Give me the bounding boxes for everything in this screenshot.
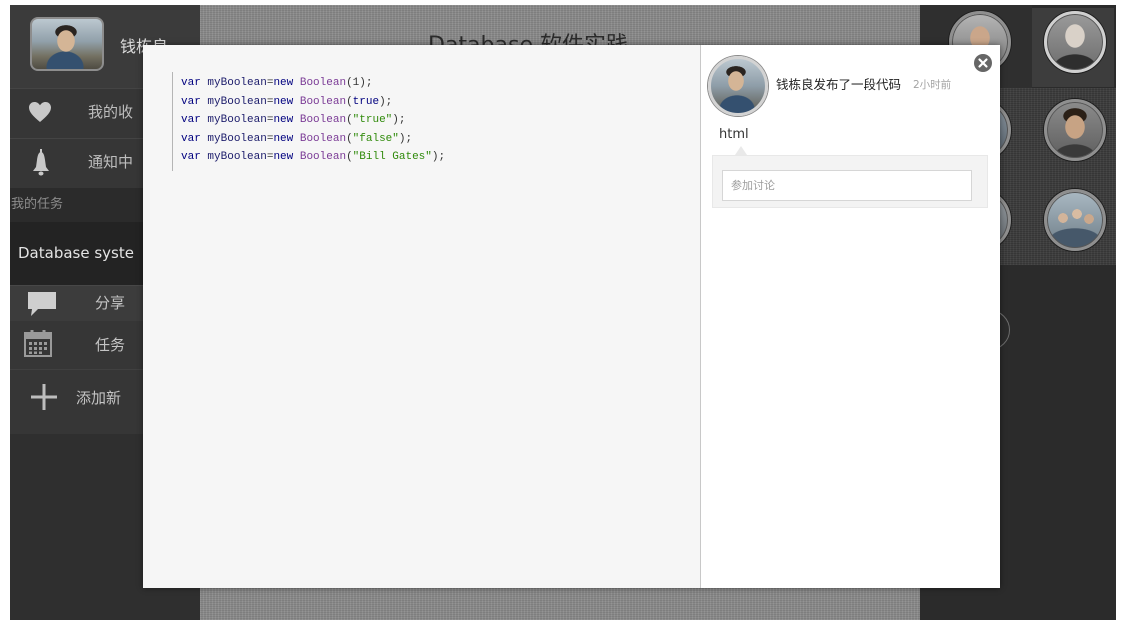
code-token: new — [273, 77, 294, 89]
code-token: Boolean — [293, 114, 347, 127]
avatar[interactable] — [1044, 99, 1106, 161]
code-token: var — [181, 77, 201, 89]
avatar[interactable] — [30, 17, 104, 71]
avatar[interactable] — [708, 56, 768, 116]
code-token: ( — [346, 132, 353, 145]
code-token: var — [181, 132, 201, 145]
sidebar-item-label: 通知中 — [88, 153, 134, 171]
bell-icon — [33, 149, 49, 176]
code-token: "false" — [352, 132, 399, 145]
heart-icon — [29, 102, 51, 122]
code-token: ( — [346, 114, 353, 127]
plus-icon — [31, 384, 57, 410]
code-language-label: html — [719, 127, 749, 142]
code-token: myBoolean — [200, 95, 267, 108]
code-token: ( — [346, 95, 353, 108]
sidebar-item-label: 分享 — [95, 294, 126, 312]
code-token: Boolean — [293, 151, 347, 164]
code-token: new — [273, 151, 294, 164]
code-token: ); — [379, 95, 393, 108]
code-token: ( — [346, 151, 353, 164]
code-token: new — [273, 95, 294, 108]
section-title-text: 我的任务 — [11, 197, 64, 212]
code-block: var myBoolean=new Boolean(1); var myBoole… — [172, 72, 445, 171]
code-token: ); — [392, 114, 406, 127]
code-line: var myBoolean=new Boolean(true); — [181, 93, 445, 112]
code-token: var — [181, 95, 201, 108]
task-label: Database syste — [18, 244, 134, 262]
code-token: myBoolean — [200, 77, 267, 89]
code-token: ); — [359, 77, 373, 89]
code-post-modal: var myBoolean=new Boolean(1); var myBoole… — [143, 45, 1000, 588]
comment-input[interactable] — [722, 170, 972, 201]
code-token: myBoolean — [200, 151, 267, 164]
sidebar-item-label: 添加新 — [76, 389, 122, 407]
avatar[interactable] — [1044, 189, 1106, 251]
chat-bubble-icon — [28, 292, 56, 316]
code-token: Boolean — [293, 95, 347, 108]
code-line: var myBoolean=new Boolean("Bill Gates"); — [181, 148, 445, 167]
code-token: Boolean — [293, 77, 347, 89]
post-detail-pane: 钱栋良发布了一段代码 2小时前 html — [701, 45, 1000, 588]
code-token: new — [273, 132, 294, 145]
code-token: var — [181, 114, 201, 127]
code-token: ); — [431, 151, 446, 164]
code-token: new — [273, 114, 294, 127]
code-token: var — [181, 151, 201, 164]
code-token: "true" — [352, 114, 393, 127]
code-token: myBoolean — [200, 114, 267, 127]
code-token: true — [352, 95, 380, 108]
code-token: Boolean — [293, 132, 347, 145]
comment-box-pointer — [735, 146, 747, 155]
code-line: var myBoolean=new Boolean("false"); — [181, 130, 445, 149]
app-window: 钱栋良 我的收 通知中 我的任务 Database syste — [0, 0, 1126, 630]
code-pane: var myBoolean=new Boolean(1); var myBoole… — [143, 45, 701, 588]
code-token: "Bill Gates" — [352, 151, 432, 164]
code-token: myBoolean — [200, 132, 267, 145]
code-line: var myBoolean=new Boolean(1); — [181, 74, 445, 93]
post-headline: 钱栋良发布了一段代码 — [776, 77, 902, 92]
close-icon[interactable] — [974, 54, 992, 72]
post-timestamp: 2小时前 — [913, 79, 952, 91]
avatar[interactable] — [1044, 11, 1106, 73]
code-token: ( — [346, 77, 353, 89]
calendar-icon — [24, 330, 52, 357]
sidebar-item-label: 任务 — [95, 336, 126, 354]
sidebar-item-label: 我的收 — [88, 103, 134, 121]
code-line: var myBoolean=new Boolean("true"); — [181, 111, 445, 130]
code-token: ); — [398, 132, 413, 145]
